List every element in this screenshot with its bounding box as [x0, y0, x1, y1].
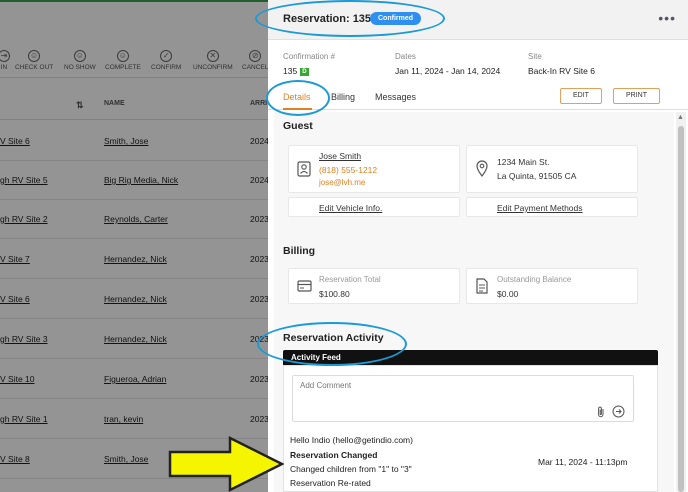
edit-vehicle-link[interactable]: Edit Vehicle Info. [319, 203, 382, 213]
dates-label: Dates [395, 52, 416, 61]
reservation-total-value: $100.80 [319, 289, 350, 299]
activity-author: Hello Indio (hello@getindio.com) [290, 435, 413, 445]
reservation-detail-panel: Reservation: 135 Confirmed ••• Confirmat… [268, 0, 688, 492]
add-comment-placeholder: Add Comment [300, 381, 352, 390]
reservation-total-card: Reservation Total $100.80 [288, 268, 460, 304]
activity-detail: Changed children from "1" to "3" [290, 464, 412, 474]
edit-button[interactable]: EDIT [560, 88, 602, 104]
annotation-ring-title [255, 0, 445, 37]
address-line-2: La Quinta, 91505 CA [497, 171, 577, 181]
guest-name-link[interactable]: Jose Smith [319, 151, 361, 161]
guest-email[interactable]: jose@lvh.me [319, 178, 365, 187]
panel-tabs: Details Billing Messages EDIT PRINT [268, 84, 688, 110]
more-options-icon[interactable]: ••• [658, 10, 676, 26]
billing-section-title: Billing [283, 245, 316, 257]
print-button[interactable]: PRINT [613, 88, 660, 104]
guest-phone[interactable]: (818) 555-1212 [319, 165, 377, 175]
confirmation-value: 135 D [283, 66, 309, 76]
panel-scrollbar[interactable]: ▲ [676, 112, 686, 492]
tab-billing[interactable]: Billing [331, 92, 355, 102]
outstanding-balance-card: Outstanding Balance $0.00 [466, 268, 638, 304]
outstanding-balance-label: Outstanding Balance [497, 275, 572, 284]
invoice-icon [476, 278, 488, 294]
confirmation-label: Confirmation # [283, 52, 336, 61]
annotation-ring-activity [257, 322, 407, 366]
address-line-1: 1234 Main St. [497, 157, 550, 167]
guest-contact-card: Jose Smith (818) 555-1212 jose@lvh.me [288, 145, 460, 193]
tab-messages[interactable]: Messages [375, 92, 416, 102]
dates-value: Jan 11, 2024 - Jan 14, 2024 [395, 66, 501, 76]
outstanding-balance-value: $0.00 [497, 289, 519, 299]
edit-payment-card: Edit Payment Methods [466, 197, 638, 217]
activity-title: Reservation Changed [290, 450, 378, 460]
guest-section-title: Guest [283, 120, 313, 132]
guest-address-card: 1234 Main St. La Quinta, 91505 CA [466, 145, 638, 193]
edit-vehicle-card: Edit Vehicle Info. [288, 197, 460, 217]
send-icon[interactable] [612, 405, 625, 418]
attachment-icon[interactable] [596, 406, 606, 418]
site-label: Site [528, 52, 542, 61]
reservation-total-label: Reservation Total [319, 275, 381, 284]
location-pin-icon [476, 160, 488, 177]
annotation-ring-details-tab [266, 80, 330, 116]
activity-feed: Add Comment Hello Indio (hello@getindio.… [283, 365, 658, 492]
deposit-badge: D [300, 68, 309, 76]
annotation-arrow-icon [168, 436, 284, 492]
add-comment-field[interactable]: Add Comment [292, 375, 634, 422]
edit-payment-link[interactable]: Edit Payment Methods [497, 203, 583, 213]
scroll-up-icon[interactable]: ▲ [677, 114, 684, 121]
credit-card-icon [297, 280, 312, 292]
activity-timestamp: Mar 11, 2024 - 11:13pm [538, 457, 628, 467]
contact-card-icon [297, 161, 311, 177]
activity-detail: Reservation Re-rated [290, 478, 371, 488]
scrollbar-thumb[interactable] [678, 126, 684, 492]
site-value: Back-In RV Site 6 [528, 66, 595, 76]
